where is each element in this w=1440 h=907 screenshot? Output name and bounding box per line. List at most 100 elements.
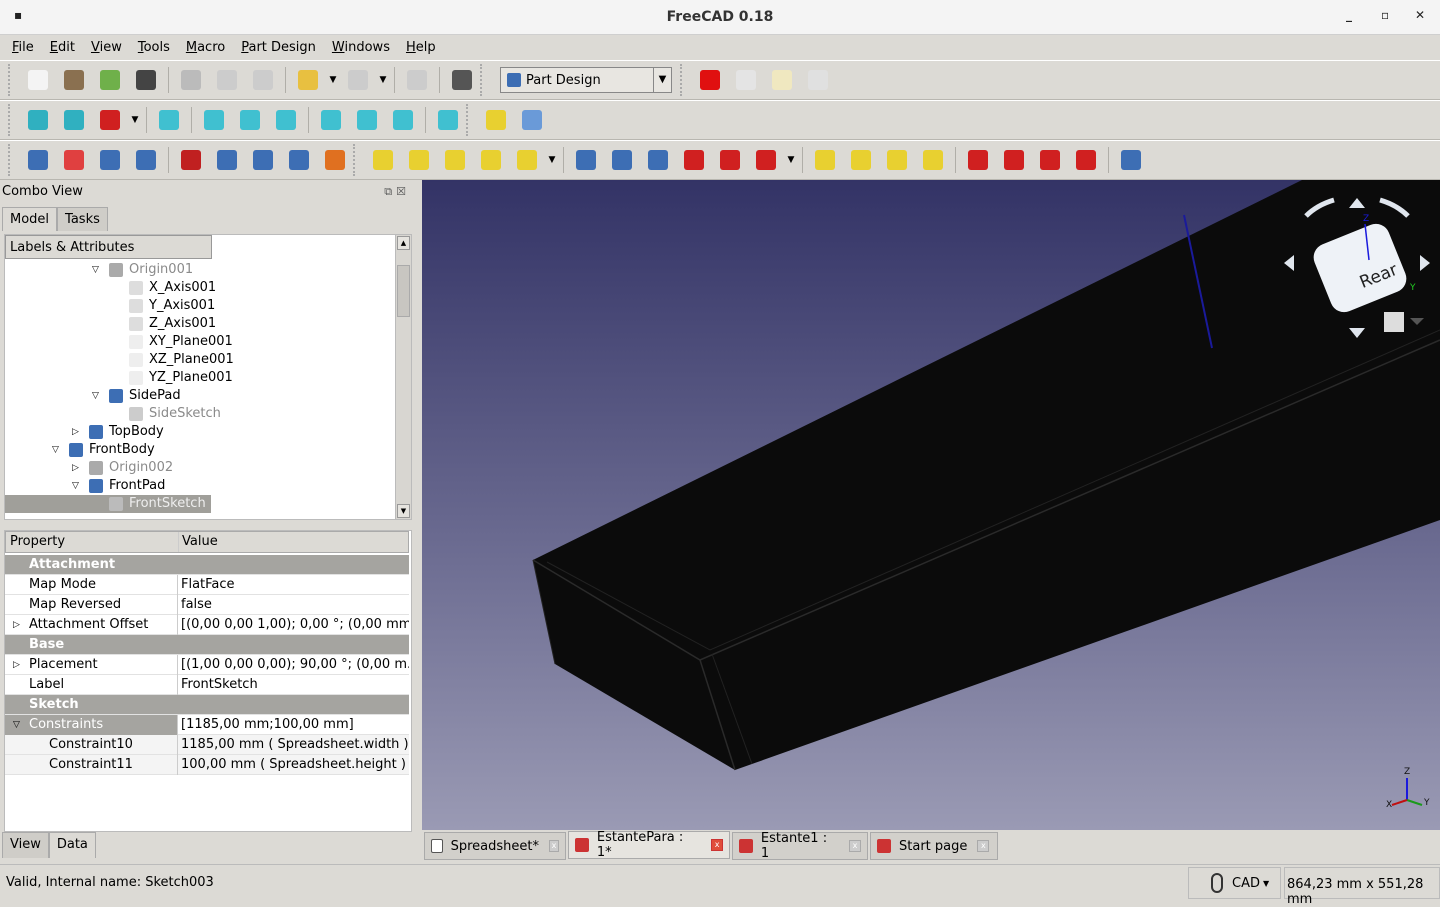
property-group-attachment[interactable]: Attachment [5, 555, 409, 575]
column-value[interactable]: Value [182, 532, 218, 552]
hole-button[interactable] [604, 142, 640, 178]
toolbar-handle[interactable] [8, 64, 14, 96]
draft-button[interactable] [1032, 142, 1068, 178]
save-button[interactable] [92, 62, 128, 98]
local-cs-button[interactable] [281, 142, 317, 178]
macro-editor-button[interactable] [764, 62, 800, 98]
toolbar-handle[interactable] [8, 104, 14, 136]
property-row-constraints[interactable]: ▽ Constraints [1185,00 mm;100,00 mm] [5, 715, 409, 735]
tree-item-sidepad[interactable]: ▽ SidePad [5, 387, 395, 405]
expand-arrow-closed-icon[interactable]: ▷ [72, 423, 79, 441]
fillet-button[interactable] [960, 142, 996, 178]
tab-model[interactable]: Model [2, 207, 58, 231]
rear-view-button[interactable] [313, 102, 349, 138]
measure-distance-button[interactable] [430, 102, 466, 138]
open-button[interactable] [56, 62, 92, 98]
expand-arrow-open-icon[interactable]: ▽ [92, 387, 99, 405]
create-group-button[interactable] [514, 102, 550, 138]
menu-view[interactable]: View [83, 36, 130, 60]
property-value[interactable]: false [181, 595, 409, 615]
cut-button[interactable] [173, 62, 209, 98]
datum-plane-button[interactable] [245, 142, 281, 178]
validate-sketch-button[interactable] [92, 142, 128, 178]
paste-button[interactable] [245, 62, 281, 98]
chamfer-button[interactable] [996, 142, 1032, 178]
additive-primitive-button[interactable] [509, 142, 545, 178]
tree-item-origin001[interactable]: ▽ Origin001 [5, 261, 395, 279]
doc-tab-spreadsheet[interactable]: Spreadsheet* x [424, 832, 566, 860]
property-value[interactable]: [1185,00 mm;100,00 mm] [181, 715, 409, 735]
redo-button[interactable] [340, 62, 376, 98]
tree-item-xy_plane001[interactable]: XY_Plane001 [5, 333, 395, 351]
property-row-map-mode[interactable]: Map Mode FlatFace [5, 575, 409, 595]
menu-windows[interactable]: Windows [324, 36, 398, 60]
property-value[interactable]: 100,00 mm ( Spreadsheet.height ) [181, 755, 409, 775]
pocket-button[interactable] [568, 142, 604, 178]
property-row-constraint10[interactable]: Constraint10 1185,00 mm ( Spreadsheet.wid… [5, 735, 409, 755]
tree-item-xz_plane001[interactable]: XZ_Plane001 [5, 351, 395, 369]
menu-tools[interactable]: Tools [130, 36, 178, 60]
mirrored-button[interactable] [807, 142, 843, 178]
linear-pattern-button[interactable] [843, 142, 879, 178]
pad-button[interactable] [365, 142, 401, 178]
expand-arrow-open-icon[interactable]: ▽ [52, 441, 59, 459]
close-tab-icon[interactable]: x [711, 839, 723, 851]
create-sketch-button[interactable] [56, 142, 92, 178]
dropdown-arrow-icon[interactable]: ▼ [376, 75, 390, 85]
workbench-selector[interactable]: Part Design ▼ [500, 67, 672, 93]
draw-style-button[interactable] [92, 102, 128, 138]
maximize-button[interactable]: ▫ [1381, 8, 1389, 22]
menu-macro[interactable]: Macro [178, 36, 233, 60]
menu-part-design[interactable]: Part Design [233, 36, 324, 60]
close-panel-icon[interactable]: ☒ [396, 185, 410, 198]
close-tab-icon[interactable]: x [977, 840, 990, 852]
tree-item-origin002[interactable]: ▷ Origin002 [5, 459, 395, 477]
run-macro-button[interactable] [800, 62, 836, 98]
top-view-button[interactable] [232, 102, 268, 138]
close-button[interactable]: ✕ [1415, 8, 1425, 22]
groove-button[interactable] [640, 142, 676, 178]
datum-point-button[interactable] [173, 142, 209, 178]
datum-line-button[interactable] [209, 142, 245, 178]
property-value[interactable]: FlatFace [181, 575, 409, 595]
create-part-button[interactable] [478, 102, 514, 138]
menu-help[interactable]: Help [398, 36, 444, 60]
dropdown-arrow-icon[interactable]: ▼ [326, 75, 340, 85]
tab-tasks[interactable]: Tasks [57, 207, 108, 231]
expand-arrow-open-icon[interactable]: ▽ [92, 261, 99, 279]
property-row-map-reversed[interactable]: Map Reversed false [5, 595, 409, 615]
property-value[interactable]: [(0,00 0,00 1,00); 0,00 °; (0,00 mm... [181, 615, 409, 635]
refresh-button[interactable] [399, 62, 435, 98]
tab-view[interactable]: View [2, 832, 49, 858]
revolution-button[interactable] [401, 142, 437, 178]
view-menu-cube-icon[interactable] [1384, 312, 1404, 332]
tree-item-z_axis001[interactable]: Z_Axis001 [5, 315, 395, 333]
menu-file[interactable]: File [4, 36, 42, 60]
toolbar-handle[interactable] [480, 64, 486, 96]
stop-macro-button[interactable] [728, 62, 764, 98]
navigation-style-button[interactable]: CAD ▼ [1188, 867, 1281, 899]
toolbar-handle[interactable] [680, 64, 686, 96]
front-view-button[interactable] [196, 102, 232, 138]
expand-arrow-closed-icon[interactable]: ▷ [72, 459, 79, 477]
dropdown-arrow-icon[interactable]: ▼ [545, 155, 559, 165]
expand-arrow-icon[interactable]: ▷ [13, 615, 20, 635]
toolbar-handle[interactable] [353, 144, 359, 176]
toolbar-handle[interactable] [466, 104, 472, 136]
record-macro-button[interactable] [692, 62, 728, 98]
property-value[interactable]: 1185,00 mm ( Spreadsheet.width ) [181, 735, 409, 755]
new-button[interactable] [20, 62, 56, 98]
tree-item-topbody[interactable]: ▷ TopBody [5, 423, 395, 441]
property-row-constraint11[interactable]: Constraint11 100,00 mm ( Spreadsheet.heig… [5, 755, 409, 775]
tree-item-yz_plane001[interactable]: YZ_Plane001 [5, 369, 395, 387]
toolbar-handle[interactable] [8, 144, 14, 176]
tree-item-sidesketch[interactable]: SideSketch [5, 405, 395, 423]
isometric-view-button[interactable] [151, 102, 187, 138]
minimize-button[interactable]: _ [1346, 8, 1352, 22]
doc-tab-start[interactable]: Start page x [870, 832, 998, 860]
close-tab-icon[interactable]: x [549, 840, 559, 852]
3d-viewport[interactable]: Rear Z Y Z Y X [422, 180, 1440, 830]
doc-tab-estante1[interactable]: Estante1 : 1x [732, 831, 868, 861]
subtractive-primitive-button[interactable] [748, 142, 784, 178]
polar-pattern-button[interactable] [879, 142, 915, 178]
